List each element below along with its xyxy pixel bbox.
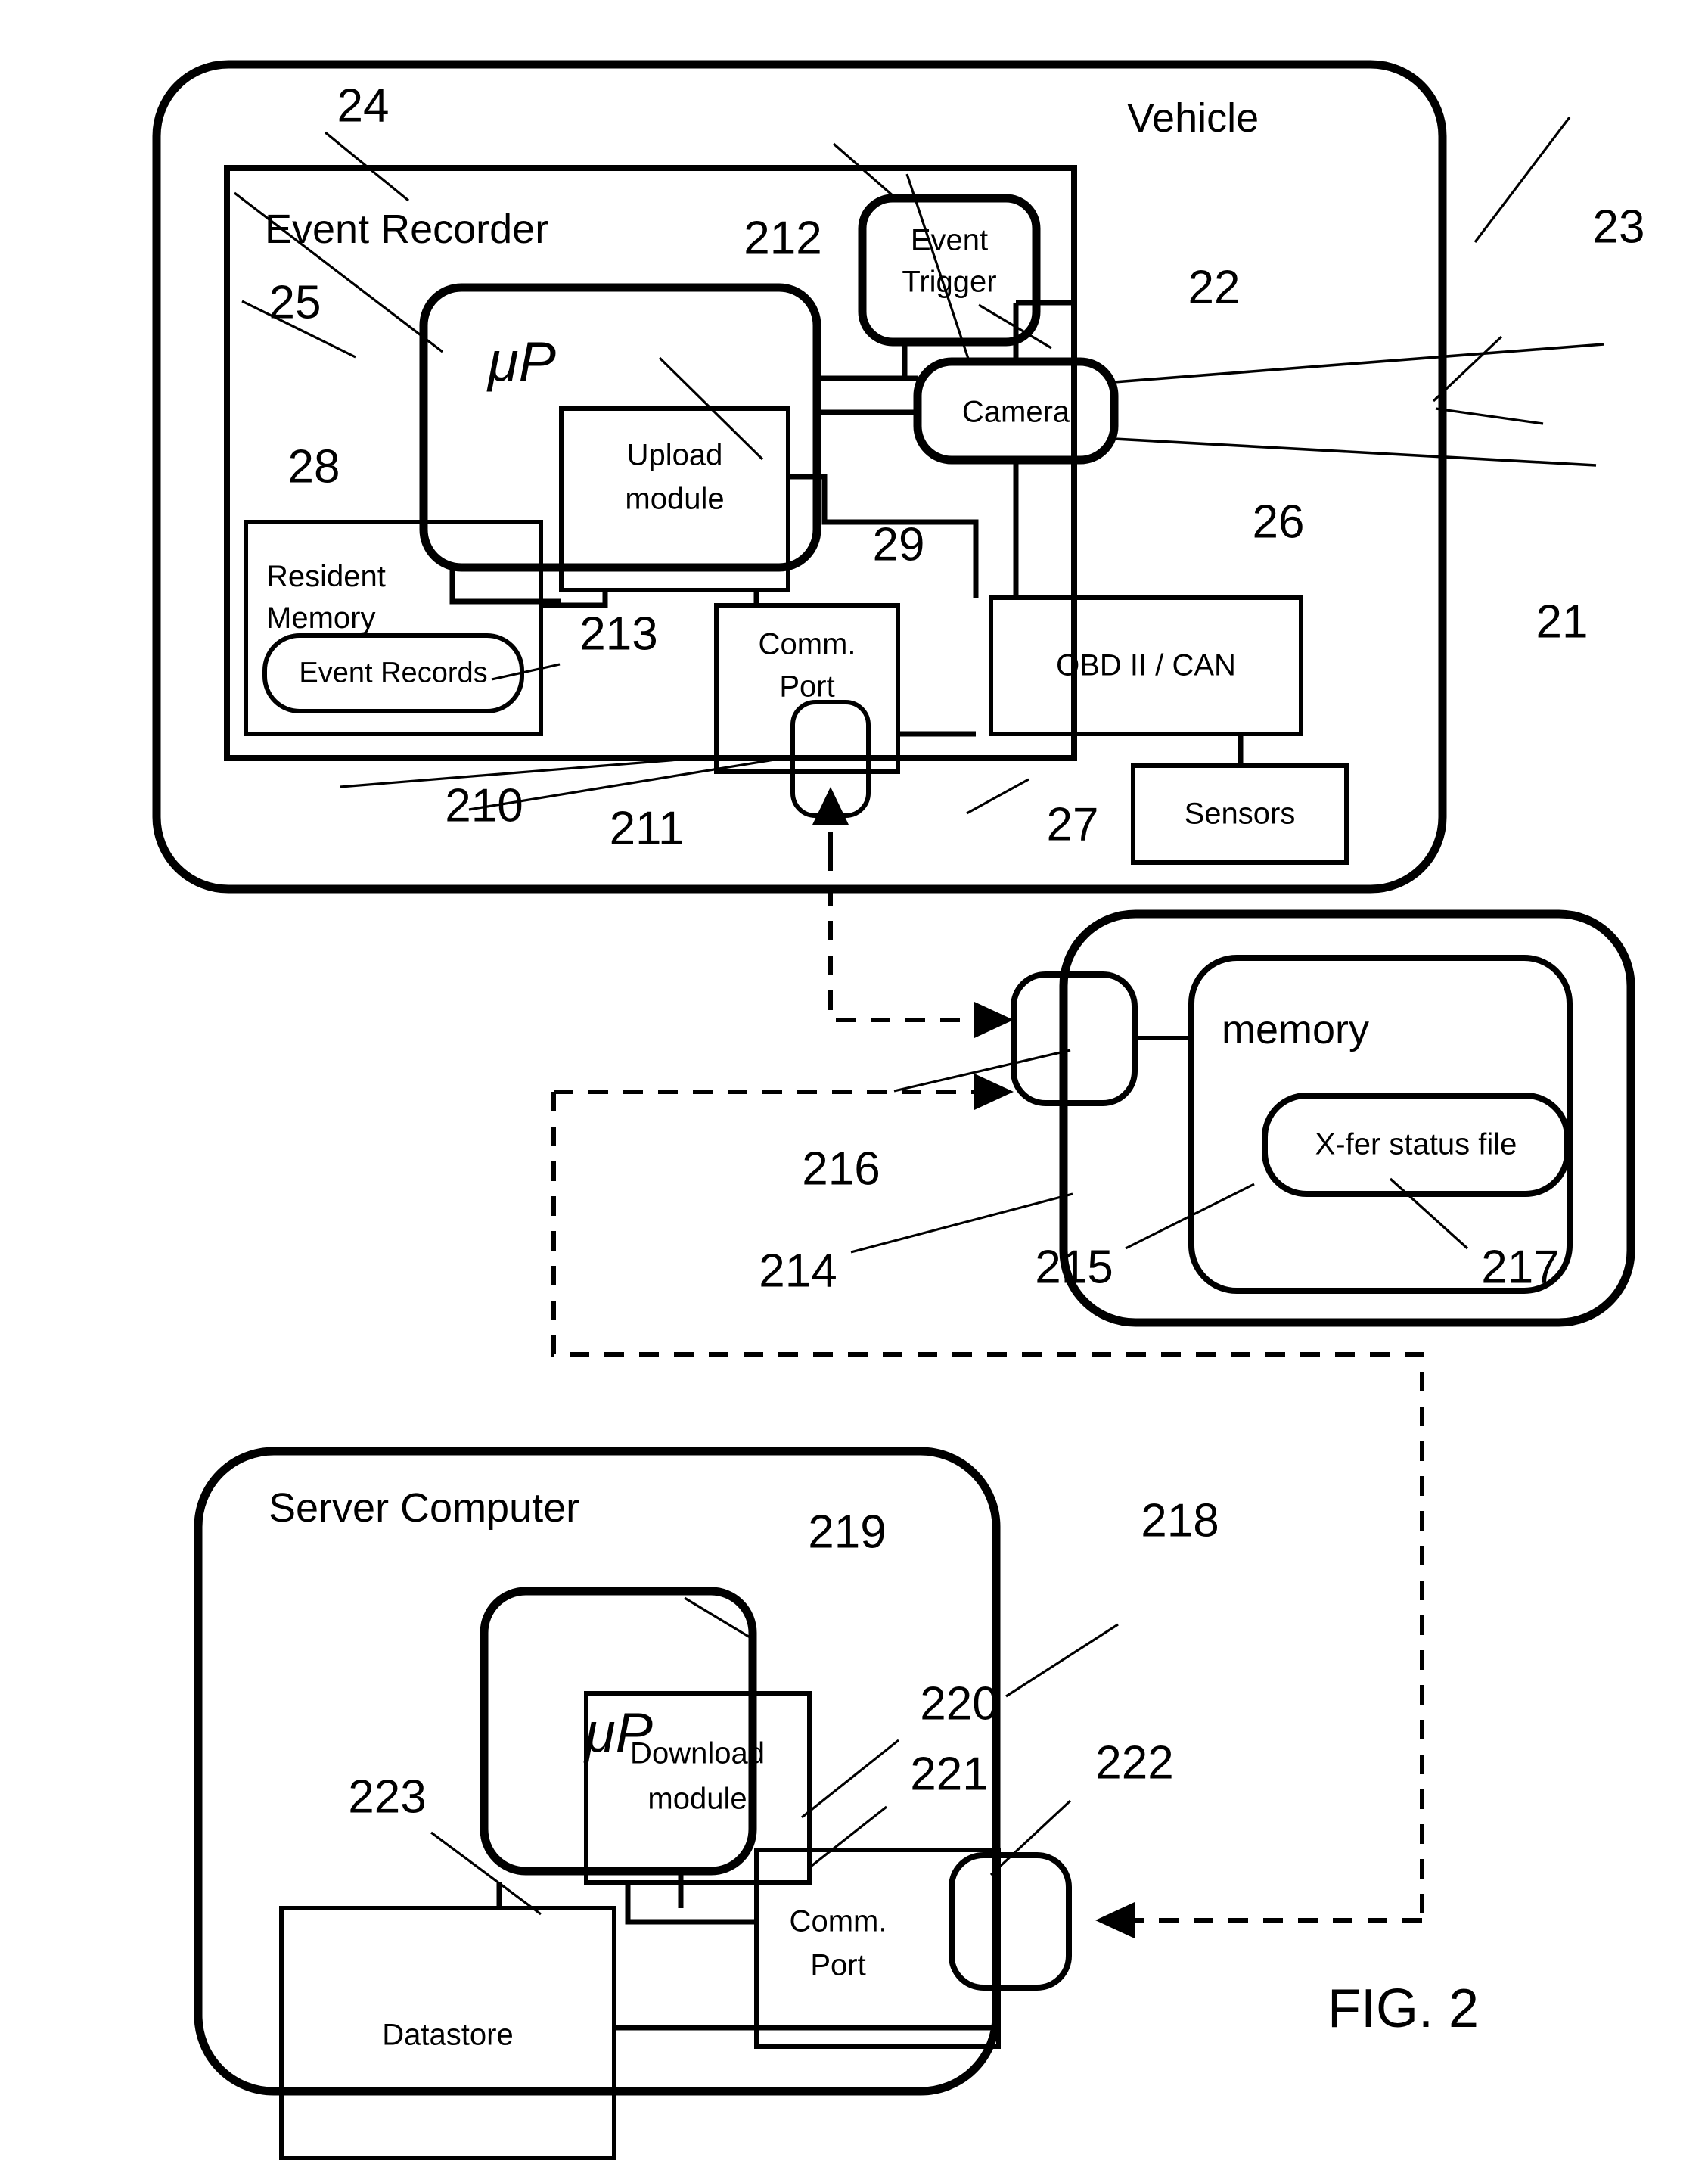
ref-210: 210 xyxy=(445,779,523,832)
ref-217: 217 xyxy=(1481,1241,1560,1294)
arrowhead-into-commport xyxy=(812,787,849,825)
ref-25: 25 xyxy=(269,276,321,329)
comm-port-label-line1-vehicle: Comm. xyxy=(758,627,856,661)
event-records-label: Event Records xyxy=(299,657,488,689)
leader-220 xyxy=(801,1739,899,1819)
comm-port-label-line2-server: Port xyxy=(810,1948,866,1982)
wire-download-to-commport xyxy=(625,1882,756,1925)
ref-21: 21 xyxy=(1536,595,1588,648)
ref-218: 218 xyxy=(1141,1494,1219,1547)
figure-canvas: Vehicle Event Recorder 24 25 212 22 23 2… xyxy=(0,0,1708,2176)
arrowhead-into-server-port xyxy=(1095,1902,1135,1938)
ref-214: 214 xyxy=(759,1245,837,1298)
obd-can-label: OBD II / CAN xyxy=(1056,648,1236,682)
ref-221: 221 xyxy=(910,1748,989,1801)
xfer-status-file-label: X-fer status file xyxy=(1315,1127,1517,1161)
event-trigger-label-line1: Event xyxy=(910,223,989,257)
camera-label: Camera xyxy=(961,395,1070,429)
comm-port-connector-server xyxy=(949,1852,1072,1991)
ref-219: 219 xyxy=(808,1506,887,1559)
ref-24: 24 xyxy=(337,79,390,132)
comm-port-box-server xyxy=(754,1848,1001,2049)
leader-23 xyxy=(1474,117,1571,243)
server-computer-title: Server Computer xyxy=(269,1485,580,1531)
resident-memory-label-line2: Memory xyxy=(266,602,376,635)
ref-28: 28 xyxy=(287,440,340,493)
download-module-label-line1: Download xyxy=(630,1736,765,1770)
patent-figure-svg xyxy=(152,60,1635,2160)
camera-fov-line-upper xyxy=(1113,343,1604,384)
upload-module-label-line2: module xyxy=(625,482,725,516)
leader-213 xyxy=(491,663,561,681)
event-trigger-label-line2: Trigger xyxy=(902,265,997,299)
event-recorder-title: Event Recorder xyxy=(265,207,549,252)
ref-29: 29 xyxy=(872,518,925,571)
ref-213: 213 xyxy=(579,608,658,661)
microprocessor-label-vehicle: μP xyxy=(488,330,556,393)
leader-217 xyxy=(1389,1177,1469,1250)
download-module-label-line2: module xyxy=(647,1782,747,1816)
ref-222: 222 xyxy=(1095,1736,1174,1789)
ref-211: 211 xyxy=(609,802,685,855)
vehicle-title: Vehicle xyxy=(1127,95,1259,141)
arrowhead-to-device-lower xyxy=(974,1074,1014,1110)
ref-27: 27 xyxy=(1046,798,1099,851)
wire-up-bottom-to-upload xyxy=(449,567,561,605)
datastore-label: Datastore xyxy=(382,2018,514,2052)
resident-memory-label-line1: Resident xyxy=(266,560,386,593)
leader-27 xyxy=(966,778,1029,815)
ref-26: 26 xyxy=(1252,496,1305,549)
figure-caption: FIG. 2 xyxy=(1327,1979,1480,2039)
mobile-memory-label: memory xyxy=(1222,1007,1370,1052)
arrowhead-to-device-upper xyxy=(974,1002,1014,1038)
ref-23: 23 xyxy=(1592,201,1645,253)
sensors-label: Sensors xyxy=(1184,797,1296,831)
upload-module-label-line1: Upload xyxy=(626,438,723,472)
camera-fov-line-lower xyxy=(1113,437,1597,467)
wire-trigger-to-camera xyxy=(902,342,918,381)
ref-215: 215 xyxy=(1035,1241,1113,1294)
leader-221 xyxy=(807,1805,887,1870)
ref-216: 216 xyxy=(802,1142,880,1195)
ref-223: 223 xyxy=(348,1770,427,1823)
leader-21 xyxy=(1435,407,1544,425)
ref-220: 220 xyxy=(920,1677,998,1730)
dashed-vehicle-to-device xyxy=(828,851,974,1022)
ref-22: 22 xyxy=(1188,261,1241,314)
comm-port-label-line2-vehicle: Port xyxy=(779,670,835,704)
comm-port-label-line1-server: Comm. xyxy=(789,1904,887,1938)
leader-218 xyxy=(1005,1623,1119,1698)
microprocessor-box-vehicle xyxy=(419,283,821,572)
mobile-comm-port-connector xyxy=(1011,971,1138,1106)
ref-212: 212 xyxy=(744,212,822,265)
